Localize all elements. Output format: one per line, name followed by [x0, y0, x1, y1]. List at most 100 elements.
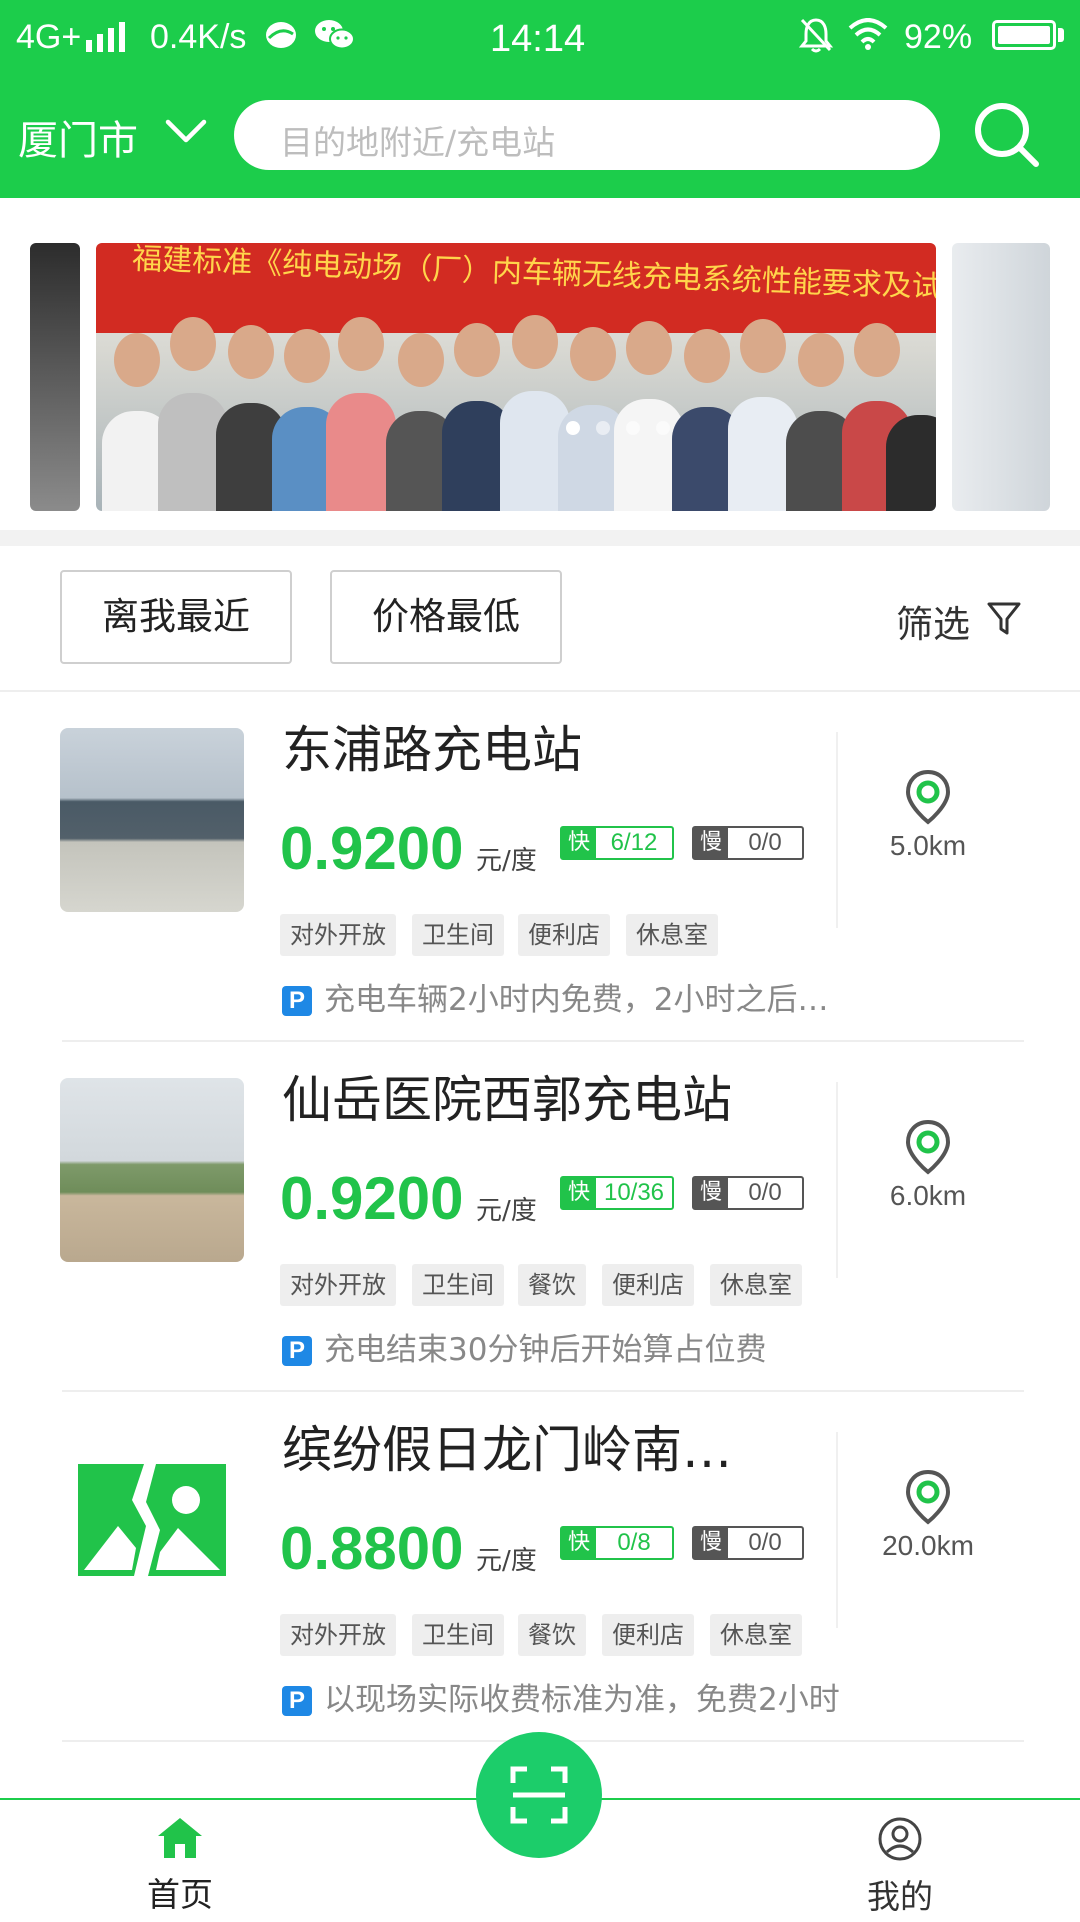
wifi-icon	[848, 18, 888, 50]
carousel-dot[interactable]	[596, 421, 610, 435]
fast-value: 10/36	[603, 1179, 665, 1206]
nav-mine-label: 我的	[867, 1877, 933, 1916]
banner-slide-next[interactable]	[952, 243, 1050, 511]
price-unit: 元/度	[476, 846, 537, 876]
fast-label: 快	[562, 1528, 596, 1558]
chevron-down-icon[interactable]	[164, 116, 208, 146]
section-divider	[0, 530, 1080, 546]
funnel-icon[interactable]	[986, 600, 1022, 638]
parking-note-text: 以现场实际收费标准为准，免费2小时	[324, 1682, 840, 1718]
network-speed: 0.4K/s	[150, 18, 247, 56]
battery-tip	[1058, 28, 1064, 42]
battery-percent: 92%	[904, 18, 973, 56]
slow-label: 慢	[694, 828, 728, 858]
city-selector[interactable]: 厦门市	[18, 108, 138, 166]
mute-bell-icon	[798, 18, 834, 53]
carousel-dot[interactable]	[656, 421, 670, 435]
fast-charger-count: 快 0/8	[560, 1526, 674, 1560]
facility-tag: 卫生间	[412, 1614, 504, 1656]
banner-slide-current[interactable]: 福建标准《纯电动场（厂）内车辆无线充电系统性能要求及试验方法》送审稿审查会	[96, 243, 936, 511]
search-placeholder: 目的地附近/充电站	[280, 123, 556, 162]
scan-icon	[510, 1766, 568, 1824]
station-distance: 5.0km	[889, 830, 967, 861]
carousel-dots	[566, 421, 670, 435]
facility-tag: 餐饮	[518, 1614, 586, 1656]
banner-photo-people	[96, 313, 936, 511]
station-price: 0.9200	[280, 815, 464, 882]
station-name: 缤纷假日龙门岭南…	[282, 1421, 732, 1479]
station-photo	[60, 1078, 244, 1262]
user-icon	[878, 1817, 922, 1861]
station-card[interactable]: 东浦路充电站 0.9200 元/度 快 6/12 慢 0/0 对外开放 卫生间 …	[0, 692, 1080, 1042]
station-photo-placeholder	[60, 1428, 244, 1612]
parking-badge: P	[282, 1336, 312, 1366]
facility-tag: 餐饮	[518, 1264, 586, 1306]
station-price: 0.9200	[280, 1165, 464, 1232]
network-type: 4G+	[16, 18, 82, 56]
station-card[interactable]: 仙岳医院西郭充电站 0.9200 元/度 快 10/36 慢 0/0 对外开放 …	[0, 1042, 1080, 1392]
parking-note: P 以现场实际收费标准为准，免费2小时	[282, 1674, 840, 1719]
facility-tag: 休息室	[710, 1264, 802, 1306]
search-input[interactable]: 目的地附近/充电站	[234, 100, 940, 170]
sort-cheapest-button[interactable]: 价格最低	[330, 570, 562, 664]
fast-value: 0/8	[617, 1529, 651, 1556]
facility-tag: 卫生间	[412, 914, 504, 956]
signal-icon	[86, 22, 125, 52]
slow-value: 0/0	[748, 1179, 782, 1206]
slow-charger-count: 慢 0/0	[692, 1526, 804, 1560]
cloud-icon	[266, 22, 296, 48]
nav-home[interactable]: 首页	[130, 1816, 230, 1916]
carousel-dot-active[interactable]	[566, 421, 580, 435]
station-photo	[60, 728, 244, 912]
station-card[interactable]: 缤纷假日龙门岭南… 0.8800 元/度 快 0/8 慢 0/0 对外开放 卫生…	[0, 1392, 1080, 1742]
nav-home-label: 首页	[147, 1875, 213, 1914]
banner-caption: 福建标准《纯电动场（厂）内车辆无线充电系统性能要求及试验方法》送审稿审查会	[131, 243, 936, 316]
facility-tag: 便利店	[518, 914, 610, 956]
slow-charger-count: 慢 0/0	[692, 826, 804, 860]
location-pin-icon[interactable]	[904, 768, 952, 826]
sort-nearest-button[interactable]: 离我最近	[60, 570, 292, 664]
fast-charger-count: 快 10/36	[560, 1176, 674, 1210]
filter-button[interactable]: 筛选	[896, 594, 970, 648]
parking-note: P 充电结束30分钟后开始算占位费	[282, 1324, 766, 1369]
carousel-dot[interactable]	[626, 421, 640, 435]
facility-tag: 对外开放	[280, 1614, 396, 1656]
nav-mine[interactable]: 我的	[850, 1816, 950, 1918]
fast-value: 6/12	[610, 829, 658, 856]
wechat-icon	[315, 20, 355, 50]
station-name: 东浦路充电站	[282, 721, 582, 779]
clock: 14:14	[490, 18, 586, 60]
facility-tag: 便利店	[602, 1614, 694, 1656]
slow-value: 0/0	[748, 829, 782, 856]
parking-badge: P	[282, 1686, 312, 1716]
station-price: 0.8800	[280, 1515, 464, 1582]
scan-button[interactable]	[476, 1732, 602, 1858]
sort-filter-bar: 离我最近 价格最低 筛选	[0, 546, 1080, 692]
slow-label: 慢	[694, 1528, 728, 1558]
slow-charger-count: 慢 0/0	[692, 1176, 804, 1210]
battery-icon	[992, 20, 1056, 50]
image-placeholder-icon	[78, 1464, 226, 1576]
banner-carousel[interactable]: 福建标准《纯电动场（厂）内车辆无线充电系统性能要求及试验方法》送审稿审查会	[0, 198, 1080, 530]
station-name: 仙岳医院西郭充电站	[282, 1071, 732, 1129]
fast-label: 快	[562, 828, 596, 858]
facility-tag: 对外开放	[280, 914, 396, 956]
location-pin-icon[interactable]	[904, 1118, 952, 1176]
status-bar: 4G+ 0.4K/s 14:14 92%	[0, 0, 1080, 78]
slow-value: 0/0	[748, 1529, 782, 1556]
price-unit: 元/度	[476, 1546, 537, 1576]
facility-tag: 休息室	[710, 1614, 802, 1656]
search-icon[interactable]	[972, 100, 1042, 170]
facility-tag: 便利店	[602, 1264, 694, 1306]
parking-note: P 充电车辆2小时内免费，2小时之后…	[282, 974, 828, 1019]
home-icon	[158, 1818, 202, 1858]
location-pin-icon[interactable]	[904, 1468, 952, 1526]
facility-tag: 休息室	[626, 914, 718, 956]
facility-tag: 对外开放	[280, 1264, 396, 1306]
banner-slide-prev[interactable]	[30, 243, 80, 511]
fast-label: 快	[562, 1178, 596, 1208]
price-unit: 元/度	[476, 1196, 537, 1226]
facility-tag: 卫生间	[412, 1264, 504, 1306]
fast-charger-count: 快 6/12	[560, 826, 674, 860]
station-distance: 20.0km	[882, 1530, 974, 1561]
